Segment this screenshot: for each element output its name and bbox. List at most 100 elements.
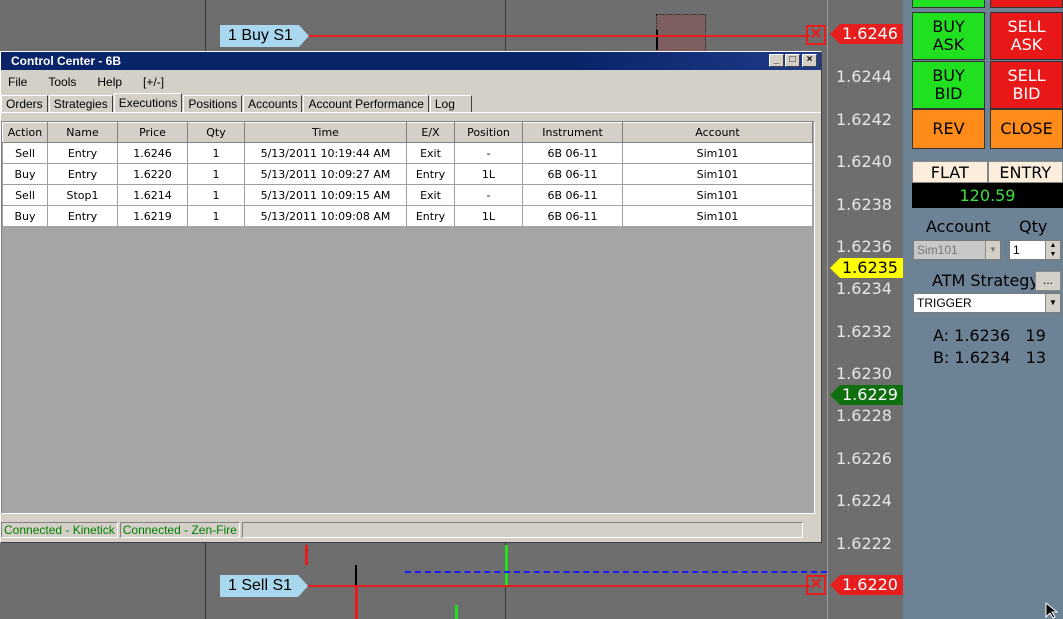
close-position-button[interactable]: CLOSE xyxy=(990,109,1063,149)
buy-bid-button[interactable]: BUY BID xyxy=(912,61,985,109)
account-label: Account xyxy=(926,217,991,236)
table-cell: - xyxy=(454,184,523,206)
menu-file[interactable]: File xyxy=(1,75,34,89)
chart-trader-panel: BUY ASK SELL ASK BUY BID SELL BID REV CL… xyxy=(903,0,1063,619)
table-row[interactable]: Buy Entry 1.6220 1 5/13/2011 10:09:27 AM Entr… xyxy=(2,163,813,185)
price-tick: 1.6242 xyxy=(836,110,892,129)
price-tick: 1.6236 xyxy=(836,237,892,256)
price-tick: 1.6240 xyxy=(836,152,892,171)
table-cell: 1.6214 xyxy=(117,184,188,206)
table-row[interactable]: Sell Entry 1.6246 1 5/13/2011 10:19:44 AM Exi… xyxy=(2,142,813,164)
table-cell: 6B 06-11 xyxy=(522,205,623,227)
tab-positions[interactable]: Positions xyxy=(183,95,243,112)
sell-order-label[interactable]: 1 Sell S1 xyxy=(220,575,308,597)
table-cell: Exit xyxy=(406,142,455,164)
table-cell: Buy xyxy=(2,205,48,227)
col-action[interactable]: Action xyxy=(2,122,48,143)
tab-bar: Orders Strategies Executions Positions A… xyxy=(1,93,821,113)
minimize-button[interactable]: _ xyxy=(769,54,784,67)
tab-accounts[interactable]: Accounts xyxy=(243,95,303,112)
table-cell: 1.6219 xyxy=(117,205,188,227)
menu-help[interactable]: Help xyxy=(83,75,129,89)
stop-line[interactable] xyxy=(405,571,827,573)
table-row[interactable]: Sell Stop1 1.6214 1 5/13/2011 10:09:15 AM Exi… xyxy=(2,184,813,206)
menu-bar: File Tools Help [+/-] xyxy=(1,70,821,94)
table-cell: Sell xyxy=(2,184,48,206)
price-tick: 1.6244 xyxy=(836,67,892,86)
candle-body xyxy=(656,14,706,54)
tab-account-performance[interactable]: Account Performance xyxy=(303,95,429,112)
cancel-sell-order-icon[interactable]: × xyxy=(806,574,826,595)
price-tag-buy: 1.6246 xyxy=(830,24,903,44)
candle-body xyxy=(505,545,508,585)
top-green-button[interactable] xyxy=(912,0,985,8)
table-cell: 6B 06-11 xyxy=(522,163,623,185)
col-price[interactable]: Price xyxy=(117,122,188,143)
close-button[interactable]: × xyxy=(802,54,817,67)
tab-orders[interactable]: Orders xyxy=(1,95,48,112)
candle-wick xyxy=(656,30,658,50)
tab-log[interactable]: Log xyxy=(429,95,472,112)
chevron-down-icon[interactable]: ▼ xyxy=(1045,294,1060,312)
table-cell: 1L xyxy=(454,163,523,185)
chevron-down-icon[interactable]: ▼ xyxy=(985,241,1000,259)
status-bar: Connected - Kinetick Connected - Zen-Fir… xyxy=(1,520,821,540)
sell-bid-button[interactable]: SELL BID xyxy=(990,61,1063,109)
pnl-display: 120.59 xyxy=(912,183,1063,208)
col-account[interactable]: Account xyxy=(622,122,813,143)
price-tick: 1.6238 xyxy=(836,195,892,214)
atm-strategy-value: TRIGGER xyxy=(917,296,972,310)
buy-order-label[interactable]: 1 Buy S1 xyxy=(220,25,309,47)
table-cell: 1 xyxy=(187,205,245,227)
col-name[interactable]: Name xyxy=(47,122,118,143)
atm-more-button[interactable]: ... xyxy=(1035,271,1061,291)
table-body: Sell Entry 1.6246 1 5/13/2011 10:19:44 AM Exi… xyxy=(2,142,813,227)
price-tick: 1.6222 xyxy=(836,534,892,553)
buy-ask-label: BUY ASK xyxy=(932,17,965,54)
atm-strategy-select[interactable]: TRIGGER ▼ xyxy=(913,293,1061,313)
maximize-button[interactable]: □ xyxy=(785,54,800,67)
table-cell: - xyxy=(454,142,523,164)
col-time[interactable]: Time xyxy=(244,122,407,143)
quantity-stepper[interactable]: 1 ▲ ▼ xyxy=(1009,240,1061,260)
cancel-buy-order-icon[interactable]: × xyxy=(806,24,826,45)
menu-expand[interactable]: [+/-] xyxy=(129,75,171,89)
table-cell: 1.6220 xyxy=(117,163,188,185)
account-select-value: Sim101 xyxy=(917,243,958,257)
price-tick: 1.6224 xyxy=(836,491,892,510)
sell-ask-button[interactable]: SELL ASK xyxy=(990,12,1063,60)
position-row: FLAT ENTRY xyxy=(912,161,1063,183)
candle-body xyxy=(355,586,358,619)
price-tick: 1.6226 xyxy=(836,449,892,468)
buy-order-line[interactable] xyxy=(300,35,810,37)
col-position[interactable]: Position xyxy=(454,122,523,143)
executions-grid[interactable]: Action Name Price Qty Time E/X Position … xyxy=(1,121,815,514)
menu-tools[interactable]: Tools xyxy=(34,75,83,89)
price-tag-sell: 1.6220 xyxy=(830,575,903,595)
table-cell: 5/13/2011 10:09:08 AM xyxy=(244,205,407,227)
col-instrument[interactable]: Instrument xyxy=(522,122,623,143)
buy-bid-label: BUY BID xyxy=(932,66,965,103)
table-cell: Sim101 xyxy=(622,205,813,227)
rev-button[interactable]: REV xyxy=(912,109,985,149)
col-ex[interactable]: E/X xyxy=(406,122,455,143)
account-select[interactable]: Sim101 ▼ xyxy=(913,240,1001,260)
table-cell: 5/13/2011 10:09:27 AM xyxy=(244,163,407,185)
window-titlebar[interactable]: Control Center - 6B _ □ × xyxy=(1,52,821,70)
buy-ask-button[interactable]: BUY ASK xyxy=(912,12,985,60)
sell-order-line[interactable] xyxy=(300,585,810,587)
price-tag-last: 1.6229 xyxy=(830,385,903,405)
price-tick: 1.6232 xyxy=(836,322,892,341)
table-cell: Stop1 xyxy=(47,184,118,206)
col-qty[interactable]: Qty xyxy=(187,122,245,143)
table-row[interactable]: Buy Entry 1.6219 1 5/13/2011 10:09:08 AM Entr… xyxy=(2,205,813,227)
table-cell: Entry xyxy=(406,163,455,185)
stepper-arrows-icon[interactable]: ▲ ▼ xyxy=(1045,241,1060,259)
top-red-button[interactable] xyxy=(990,0,1063,8)
table-cell: 5/13/2011 10:19:44 AM xyxy=(244,142,407,164)
control-center-window[interactable]: Control Center - 6B _ □ × File Tools Hel… xyxy=(0,51,822,543)
sell-bid-label: SELL BID xyxy=(1007,66,1046,103)
tab-executions[interactable]: Executions xyxy=(113,93,183,112)
ask-quote: A: 1.6236 19 xyxy=(933,326,1046,345)
tab-strategies[interactable]: Strategies xyxy=(48,95,113,112)
